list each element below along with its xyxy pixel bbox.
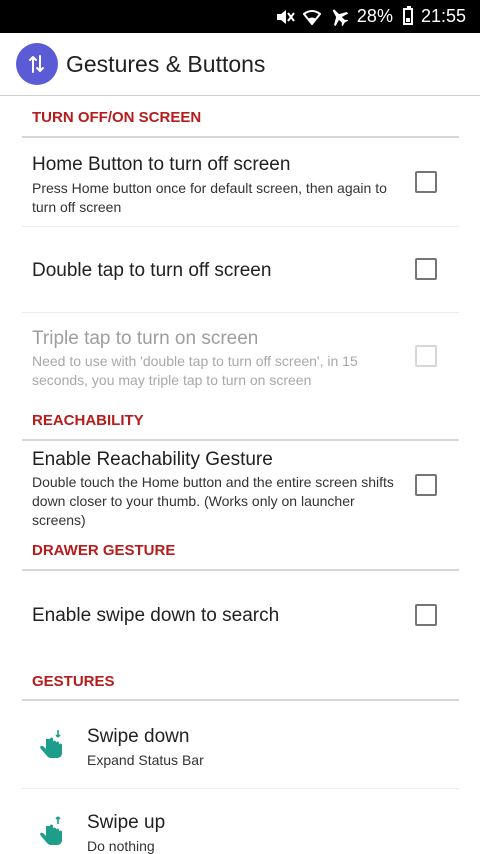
pref-triple-tap: Triple tap to turn on screen Need to use… xyxy=(0,313,480,408)
battery-percent: 28% xyxy=(356,6,393,26)
wifi-icon xyxy=(302,9,321,25)
gesture-title: Swipe down xyxy=(87,726,190,747)
pref-summary: Double touch the Home button and the ent… xyxy=(32,474,394,528)
double-tap-checkbox[interactable] xyxy=(415,258,437,280)
gesture-swipe-up[interactable]: Swipe up Do nothing xyxy=(0,789,480,854)
reachability-checkbox[interactable] xyxy=(415,474,437,496)
airplane-mode-icon xyxy=(329,8,349,26)
pref-title: Enable Reachability Gesture xyxy=(32,449,273,470)
gesture-swipe-down[interactable]: Swipe down Expand Status Bar xyxy=(0,701,480,788)
back-arrows-icon[interactable] xyxy=(16,43,58,85)
pref-title: Double tap to turn off screen xyxy=(32,260,272,281)
home-button-checkbox[interactable] xyxy=(415,171,437,193)
pref-reachability[interactable]: Enable Reachability Gesture Double touch… xyxy=(0,441,480,536)
hand-swipe-up-icon xyxy=(40,816,62,845)
hand-swipe-down-icon xyxy=(40,730,62,758)
gesture-title: Swipe up xyxy=(87,812,166,833)
app-bar: Gestures & Buttons xyxy=(0,33,480,96)
pref-title: Home Button to turn off screen xyxy=(32,154,291,175)
swipe-search-checkbox[interactable] xyxy=(415,604,437,626)
section-header-turn-off-on: TURN OFF/ON SCREEN xyxy=(32,109,202,126)
pref-summary: Need to use with 'double tap to turn off… xyxy=(32,353,358,388)
gesture-action: Do nothing xyxy=(87,838,155,854)
status-bar: 28% 21:55 xyxy=(0,0,480,33)
section-header-gestures: GESTURES xyxy=(32,673,115,690)
battery-icon xyxy=(402,6,413,25)
triple-tap-checkbox xyxy=(415,345,437,367)
pref-summary: Press Home button once for default scree… xyxy=(32,180,387,215)
section-header-drawer-gesture: DRAWER GESTURE xyxy=(32,542,176,559)
pref-swipe-search[interactable]: Enable swipe down to search xyxy=(0,571,480,661)
pref-title: Enable swipe down to search xyxy=(32,605,280,626)
section-header-reachability: REACHABILITY xyxy=(32,412,144,429)
pref-double-tap[interactable]: Double tap to turn off screen xyxy=(0,227,480,312)
pref-title: Triple tap to turn on screen xyxy=(32,328,259,349)
page-title: Gestures & Buttons xyxy=(66,50,266,77)
mute-icon xyxy=(275,9,295,25)
clock: 21:55 xyxy=(420,6,466,26)
gesture-action: Expand Status Bar xyxy=(87,752,204,768)
pref-home-button[interactable]: Home Button to turn off screen Press Hom… xyxy=(0,138,480,226)
